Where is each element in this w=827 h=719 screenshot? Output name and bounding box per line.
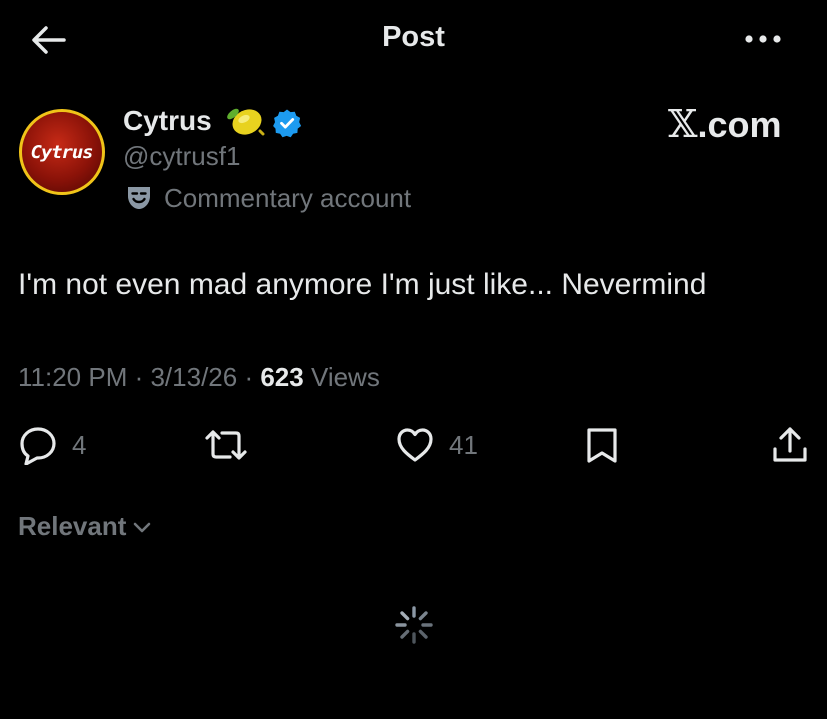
reply-sort-label: Relevant xyxy=(18,511,127,541)
reply-button[interactable]: 4 xyxy=(18,422,86,468)
avatar-logo-text: Cytrus xyxy=(31,141,94,163)
lemon-icon xyxy=(227,108,265,136)
repost-button[interactable] xyxy=(203,422,249,468)
meta-separator: · xyxy=(127,362,151,392)
account-label: Commentary account xyxy=(164,183,412,213)
views-label: Views xyxy=(303,362,380,392)
more-options-button[interactable] xyxy=(740,24,786,54)
xcom-watermark: 𝕏.com xyxy=(668,102,782,146)
like-icon xyxy=(397,428,433,462)
watermark-domain: .com xyxy=(697,104,782,145)
retweet-icon xyxy=(205,430,247,460)
like-button[interactable]: 41 xyxy=(395,422,478,468)
post-date[interactable]: 3/13/26 xyxy=(150,362,237,392)
reply-count: 4 xyxy=(72,429,87,460)
post-time[interactable]: 11:20 PM xyxy=(18,362,127,392)
share-icon xyxy=(773,427,807,462)
meta-separator: · xyxy=(237,362,261,392)
theater-masks-icon xyxy=(128,187,150,209)
post-meta: 11:20 PM · 3/13/26 · 623 Views xyxy=(18,362,380,393)
author-handle[interactable]: @cytrusf1 xyxy=(123,141,240,172)
chevron-down-icon xyxy=(134,522,151,532)
reply-sort-dropdown[interactable]: Relevant xyxy=(18,511,152,542)
reply-icon xyxy=(20,427,56,465)
like-count: 41 xyxy=(449,429,478,460)
views-count: 623 xyxy=(260,362,304,392)
page-title: Post xyxy=(382,21,445,53)
post-text: I'm not even mad anymore I'm just like..… xyxy=(18,268,707,301)
author-display-name[interactable]: Cytrus xyxy=(123,105,212,137)
x-logo: 𝕏 xyxy=(668,102,698,146)
verified-badge-icon xyxy=(273,109,302,138)
loading-spinner-icon xyxy=(395,606,433,644)
avatar[interactable]: Cytrus xyxy=(19,109,105,195)
bookmark-button[interactable] xyxy=(582,422,622,468)
share-button[interactable] xyxy=(770,422,810,468)
more-icon xyxy=(745,35,781,43)
bookmark-icon xyxy=(587,428,617,463)
